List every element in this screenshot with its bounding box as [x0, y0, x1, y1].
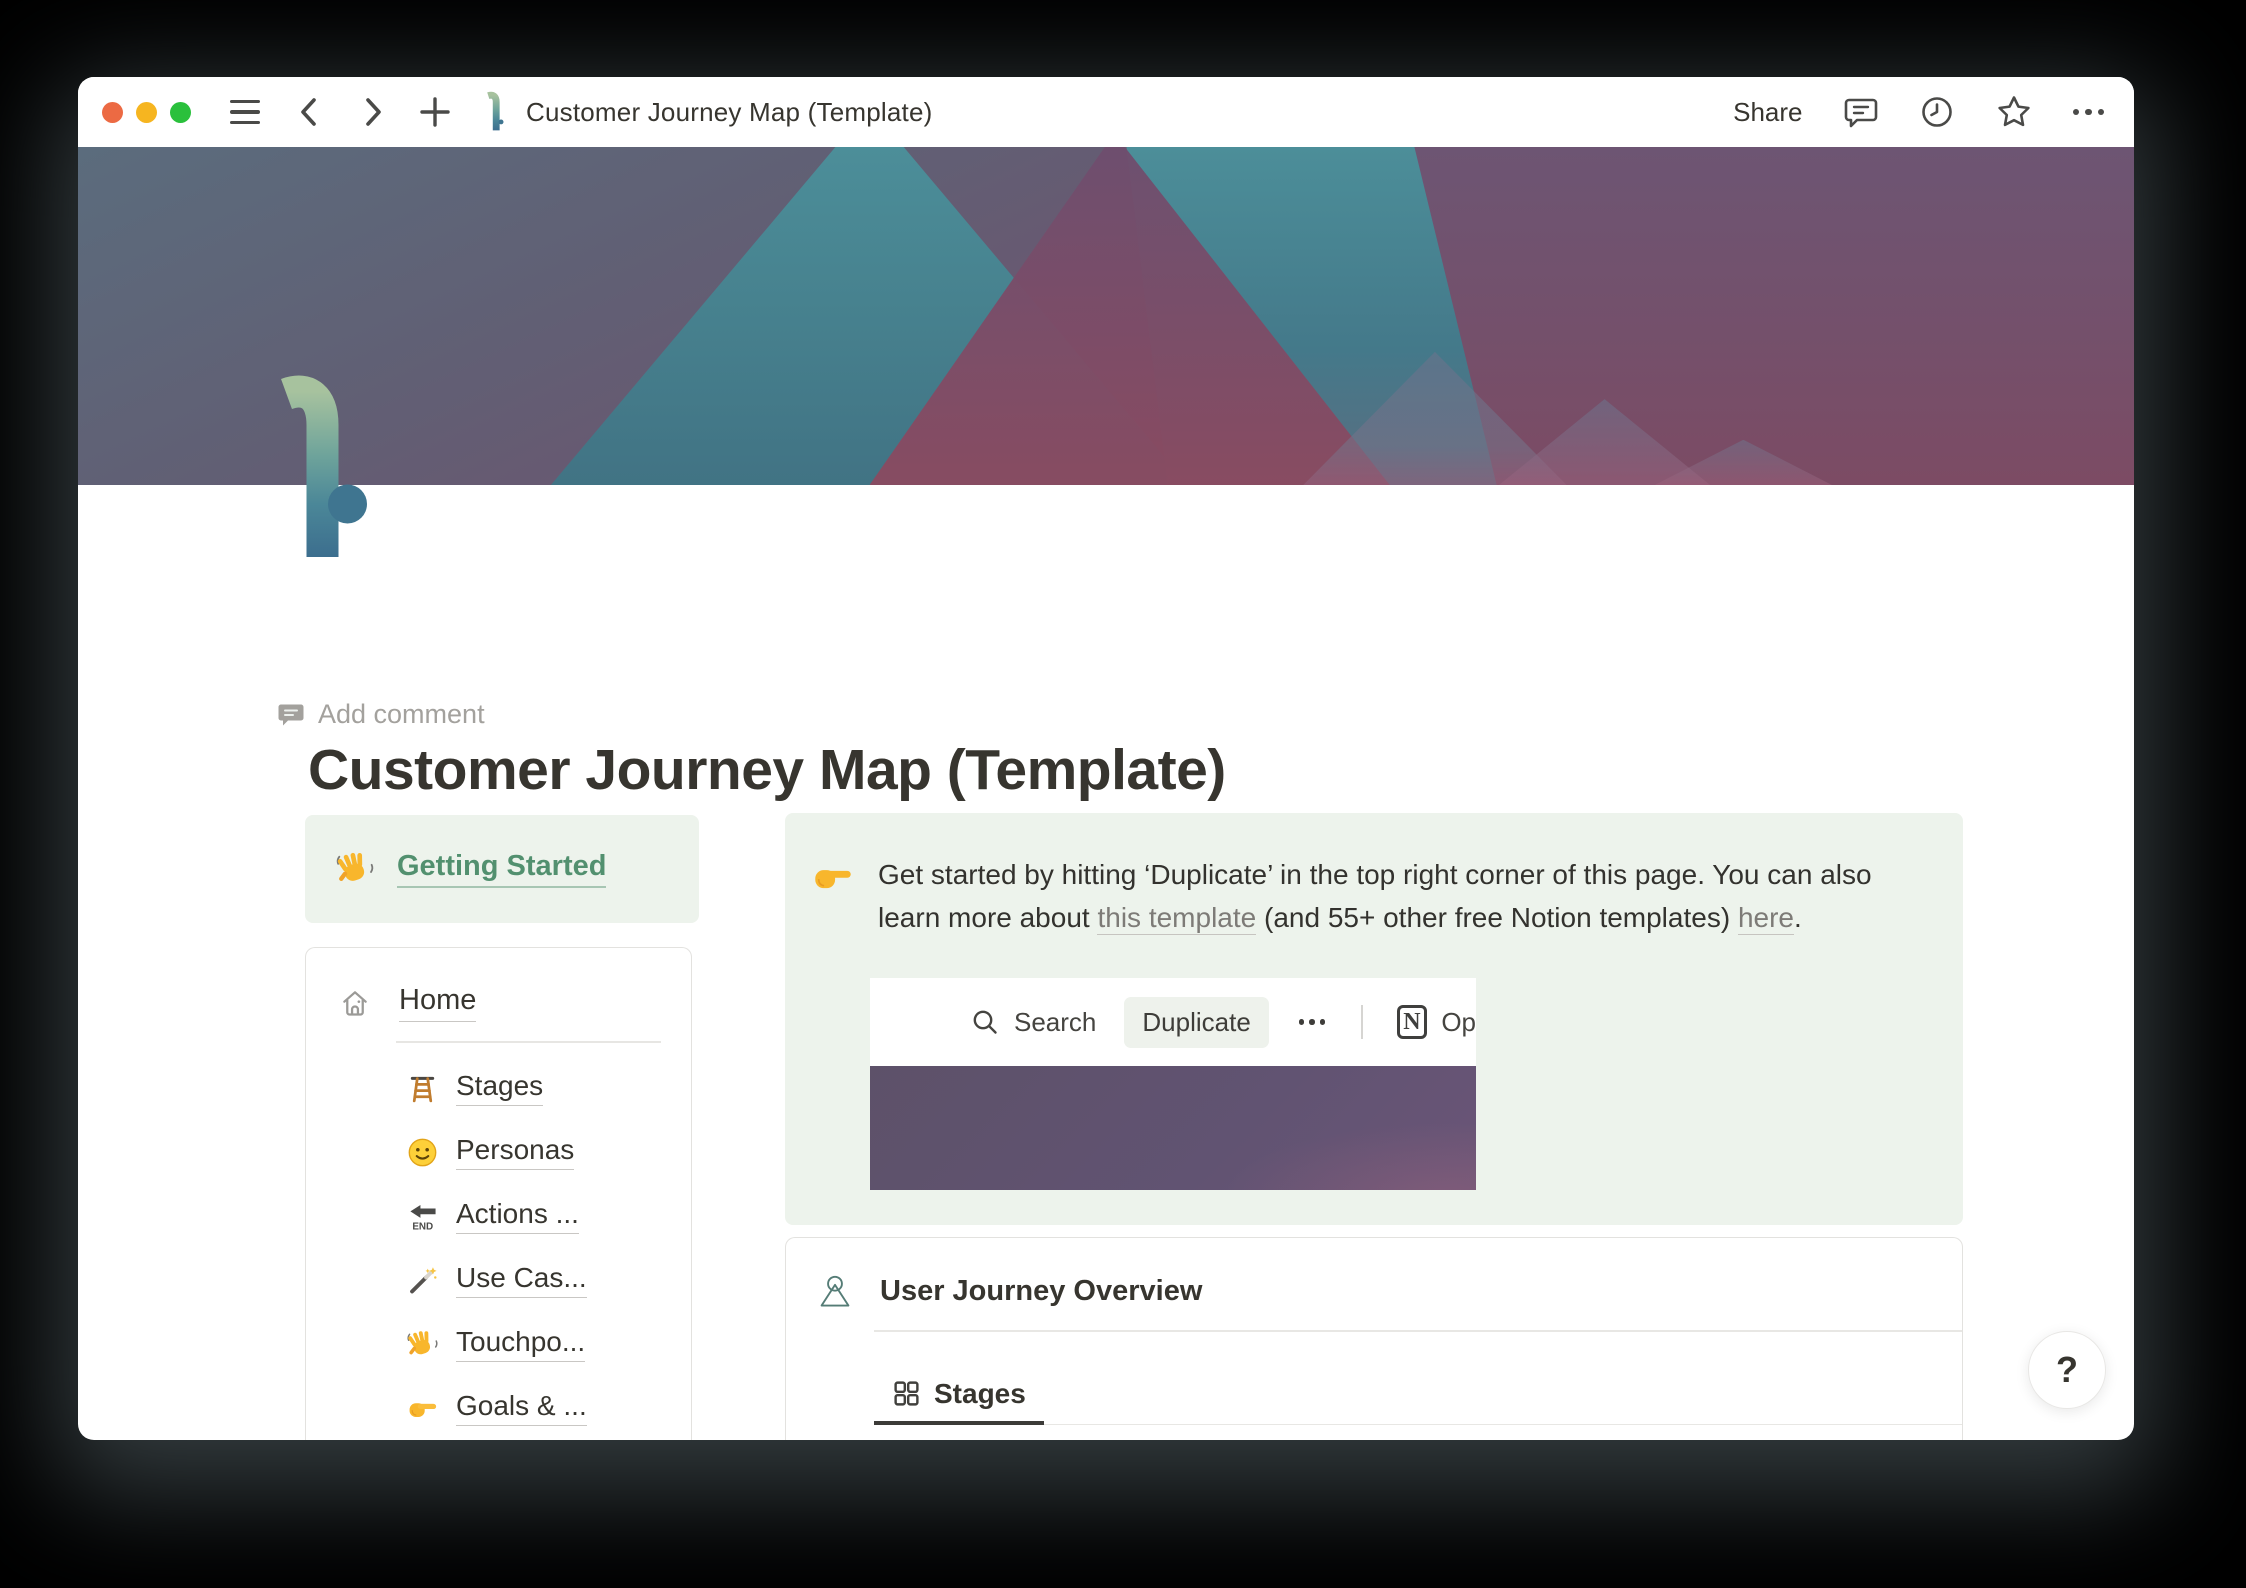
- nav-item-touchpoints[interactable]: Touchpo...: [306, 1312, 691, 1376]
- share-button[interactable]: Share: [1733, 97, 1802, 128]
- cover-image[interactable]: [78, 147, 2134, 485]
- magic-wand-emoji-icon: [406, 1264, 439, 1297]
- home-link[interactable]: Home: [399, 984, 477, 1022]
- point-right-emoji-icon: [812, 859, 856, 895]
- minimize-window-button[interactable]: [136, 101, 157, 123]
- nav-item-use-cases[interactable]: Use Cas...: [306, 1248, 691, 1312]
- tab-stages[interactable]: Stages: [874, 1366, 1044, 1425]
- view-tab-strip: Stages: [874, 1358, 1962, 1425]
- callout-text-segment: .: [1793, 902, 1802, 933]
- overview-card-title[interactable]: User Journey Overview: [880, 1275, 1202, 1308]
- this-template-link[interactable]: this template: [1097, 902, 1257, 935]
- screenshot-toolbar: Search Duplicate N Op: [870, 978, 1476, 1066]
- smiley-emoji-icon: [406, 1136, 439, 1169]
- screenshot-search-label: Search: [1014, 1006, 1097, 1037]
- navigation-card: Home Stages Personas END Actions ... Use…: [305, 947, 692, 1440]
- callout-paragraph: Get started by hitting ‘Duplicate’ in th…: [878, 853, 1938, 939]
- nav-item-actions[interactable]: END Actions ...: [306, 1184, 691, 1248]
- search-icon: [970, 1007, 1000, 1037]
- screenshot-duplicate-button: Duplicate: [1124, 996, 1269, 1048]
- zoom-window-button[interactable]: [170, 101, 191, 123]
- favorite-star-icon[interactable]: [1995, 93, 2033, 131]
- history-clock-icon[interactable]: [1919, 94, 1955, 130]
- wave-emoji-icon: [406, 1328, 439, 1361]
- divider: [1361, 1005, 1363, 1039]
- callout-text-segment: (and 55+ other free Notion templates): [1256, 902, 1738, 933]
- page-favicon-logo-icon: [482, 91, 504, 133]
- nav-item-personas[interactable]: Personas: [306, 1120, 691, 1184]
- titlebar: Customer Journey Map (Template) Share: [78, 77, 2134, 147]
- nav-item-stages[interactable]: Stages: [306, 1056, 691, 1120]
- here-link[interactable]: here: [1737, 902, 1794, 935]
- page-icon-logo[interactable]: [270, 373, 370, 563]
- new-tab-icon[interactable]: [418, 95, 452, 129]
- page-title[interactable]: Customer Journey Map (Template): [308, 737, 1226, 803]
- screenshot-purple-cover: [870, 1066, 1476, 1190]
- divider: [874, 1330, 1962, 1332]
- forward-icon[interactable]: [358, 94, 388, 130]
- duplicate-instruction-screenshot: Search Duplicate N Op: [870, 978, 1476, 1190]
- getting-started-card[interactable]: Getting Started: [305, 815, 699, 923]
- titlebar-page-title: Customer Journey Map (Template): [526, 96, 933, 127]
- screenshot-open-label: Op: [1441, 1006, 1476, 1037]
- home-row[interactable]: Home: [339, 984, 477, 1022]
- notion-window: Customer Journey Map (Template) Share Ad…: [78, 77, 2134, 1440]
- sidebar-menu-icon[interactable]: [230, 99, 260, 125]
- point-right-emoji-icon: [406, 1392, 439, 1425]
- nav-item-goals[interactable]: Goals & ...: [306, 1376, 691, 1440]
- end-arrow-emoji-icon: END: [406, 1200, 439, 1233]
- grid-view-icon: [892, 1379, 921, 1408]
- add-comment-label: Add comment: [318, 699, 485, 729]
- comments-icon[interactable]: [1843, 94, 1879, 130]
- svg-text:END: END: [412, 1221, 433, 1232]
- divider: [396, 1041, 661, 1043]
- wave-emoji-icon: [335, 849, 375, 889]
- help-button[interactable]: ?: [2028, 1331, 2106, 1409]
- getting-started-link[interactable]: Getting Started: [397, 850, 607, 888]
- comment-bubble-icon: [277, 701, 305, 729]
- getting-started-callout: Get started by hitting ‘Duplicate’ in th…: [785, 813, 1963, 1225]
- add-comment-button[interactable]: Add comment: [277, 699, 485, 730]
- more-options-icon[interactable]: [2072, 108, 2104, 116]
- close-window-button[interactable]: [102, 101, 123, 123]
- user-journey-overview-card: User Journey Overview Stages: [785, 1237, 1963, 1440]
- person-triangle-logo-icon: [816, 1272, 854, 1310]
- screenshot-more-icon: [1298, 1019, 1326, 1025]
- notion-logo-icon: N: [1396, 1005, 1428, 1039]
- desktop-background: Customer Journey Map (Template) Share Ad…: [0, 0, 2246, 1588]
- tab-stages-label: Stages: [934, 1377, 1026, 1409]
- back-icon[interactable]: [294, 94, 324, 130]
- ladder-emoji-icon: [406, 1072, 439, 1105]
- home-icon: [339, 986, 371, 1020]
